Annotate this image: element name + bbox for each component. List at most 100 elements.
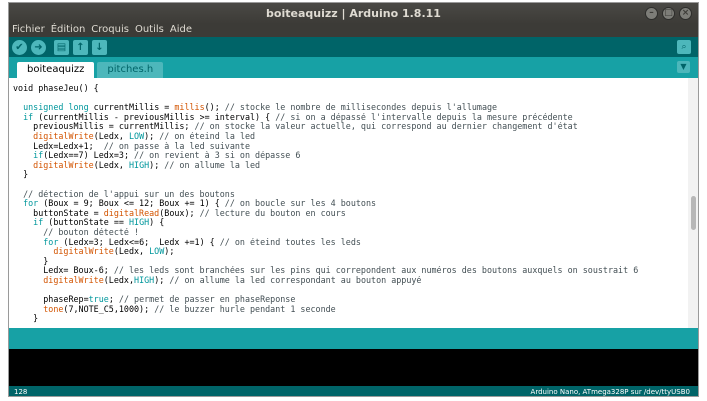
code-token: if (13, 112, 34, 122)
code-token: // on passe à la led suivante (103, 141, 250, 151)
code-line[interactable]: digitalWrite(Ledx, HIGH); // on allume l… (13, 161, 685, 171)
code-text[interactable]: void phaseJeu() { unsigned long currentM… (13, 84, 685, 324)
magnifier-icon[interactable]: ⌕ (677, 40, 691, 54)
code-token: ); (164, 247, 175, 257)
code-token: HIGH (128, 218, 150, 228)
code-line[interactable]: unsigned long currentMillis = millis(); … (13, 103, 685, 113)
code-line[interactable]: tone(7,NOTE_C5,1000); // le buzzer hurle… (13, 305, 685, 315)
code-token: digitalWrite (13, 275, 104, 285)
code-token: // les leds sont branchées sur les pins … (113, 266, 639, 276)
code-token: // stocke le nombre de millisecondes dep… (224, 103, 498, 113)
code-line[interactable]: for (Ledx=3; Ledx<=6; Ledx +=1) { // on … (13, 238, 685, 248)
new-file-icon[interactable]: ▤ (54, 39, 69, 55)
scrollbar-thumb[interactable] (691, 196, 696, 230)
menu-croquis[interactable]: Croquis (91, 24, 129, 37)
code-line[interactable]: digitalWrite(Ledx, LOW); // on éteind la… (13, 132, 685, 142)
code-token: for (13, 199, 39, 209)
code-token: if (13, 218, 44, 228)
code-token: ; (108, 295, 119, 305)
tab-boiteaquizz[interactable]: boiteaquizz (17, 62, 95, 78)
code-token: (Boux = 9; Boux <= 12; Boux += 1) { (38, 199, 225, 209)
code-token: currentMillis = (88, 103, 175, 113)
code-line[interactable]: phaseRep=true; // permet de passer en ph… (13, 295, 685, 305)
code-token: (buttonState == (43, 218, 129, 228)
code-token: (Ledx==7) Ledx=3; (43, 151, 135, 161)
code-token: // lecture du bouton en cours (199, 208, 346, 218)
close-icon[interactable]: × (679, 7, 692, 20)
menu-outils[interactable]: Outils (135, 24, 164, 37)
code-token: ); (154, 275, 170, 285)
maximize-icon[interactable]: □ (662, 7, 675, 20)
code-token: // le buzzer hurle pendant 1 seconde (154, 304, 336, 314)
menu-fichier[interactable]: Fichier (12, 24, 45, 37)
code-token: (Boux); (159, 208, 200, 218)
code-token: // si on a dépassé l'intervalle depuis l… (275, 112, 573, 122)
title-bar: boiteaquizz | Arduino 1.8.11 – □ × (9, 3, 698, 24)
line-number: 128 (14, 388, 28, 396)
code-token: Ledx=Ledx+1; (13, 141, 104, 151)
code-token: } (13, 314, 39, 324)
menu-edition[interactable]: Édition (51, 24, 86, 37)
console-output[interactable] (9, 349, 698, 386)
code-token: digitalWrite (13, 131, 94, 141)
minimize-icon[interactable]: – (645, 7, 658, 20)
code-line[interactable] (13, 180, 685, 190)
toolbar: ✔ ➜ ▤ ↑ ↓ ⌕ (9, 37, 698, 57)
check-icon[interactable]: ✔ (12, 39, 27, 55)
code-token: tone (13, 304, 64, 314)
code-line[interactable]: // détection de l'appui sur un des bouto… (13, 190, 685, 200)
tab-menu-chevron-down-icon[interactable]: ▼ (677, 61, 690, 73)
code-token: // on éteind toutes les leds (219, 237, 361, 247)
code-line[interactable] (13, 94, 685, 104)
tab-pitches-h[interactable]: pitches.h (97, 62, 164, 78)
code-token: buttonState = (13, 208, 104, 218)
code-token: } (13, 170, 29, 180)
code-line[interactable]: if (buttonState == HIGH) { (13, 218, 685, 228)
code-token: phaseRep= (13, 295, 89, 305)
arduino-ide-window: boiteaquizz | Arduino 1.8.11 – □ × Fichi… (8, 2, 699, 397)
code-token: // on boucle sur les 4 boutons (224, 199, 377, 209)
code-line[interactable]: digitalWrite(Ledx,HIGH); // on allume la… (13, 276, 685, 286)
code-line[interactable]: } (13, 170, 685, 180)
code-token: void phaseJeu() { (13, 84, 99, 93)
code-line[interactable]: } (13, 257, 685, 267)
menu-aide[interactable]: Aide (170, 24, 192, 37)
code-token: (Ledx=3; Ledx<=6; Ledx +=1) { (58, 237, 220, 247)
tab-bar: boiteaquizz pitches.h ▼ (9, 57, 698, 78)
code-line[interactable]: if(Ledx==7) Ledx=3; // on revient à 3 si… (13, 151, 685, 161)
code-line[interactable]: for (Boux = 9; Boux <= 12; Boux += 1) { … (13, 199, 685, 209)
code-token: // on stocke la valeur actuelle, qui cor… (194, 122, 578, 132)
code-token: HIGH (128, 160, 150, 170)
code-token: for (13, 237, 59, 247)
code-line[interactable]: } (13, 314, 685, 324)
code-line[interactable] (13, 285, 685, 295)
message-area (9, 328, 698, 349)
code-token: // permet de passer en phaseReponse (118, 295, 296, 305)
code-token: digitalWrite (13, 160, 94, 170)
board-info: Arduino Nano, ATmega328P sur /dev/ttyUSB… (530, 388, 690, 396)
code-token: ); (144, 131, 160, 141)
arrow-right-icon[interactable]: ➜ (31, 39, 46, 55)
code-line[interactable]: digitalWrite(Ledx, LOW); (13, 247, 685, 257)
code-token: ); (149, 160, 165, 170)
arrow-up-icon[interactable]: ↑ (73, 39, 88, 55)
code-token: (Ledx, (103, 275, 135, 285)
window-title: boiteaquizz | Arduino 1.8.11 (266, 7, 441, 20)
code-token: Ledx= Boux-6; (13, 266, 114, 276)
code-line[interactable]: Ledx= Boux-6; // les leds sont branchées… (13, 266, 685, 276)
code-token: // on revient à 3 si on dépasse 6 (134, 151, 301, 161)
menu-bar: Fichier Édition Croquis Outils Aide (9, 24, 698, 37)
code-token: // on éteind la led (159, 131, 256, 141)
code-line[interactable]: Ledx=Ledx+1; // on passe à la led suivan… (13, 142, 685, 152)
code-line[interactable]: previousMillis = currentMillis; // on st… (13, 122, 685, 132)
code-line[interactable]: // bouton détecté ! (13, 228, 685, 238)
code-token: (Ledx, (93, 131, 129, 141)
code-line[interactable]: buttonState = digitalRead(Boux); // lect… (13, 209, 685, 219)
code-editor[interactable]: void phaseJeu() { unsigned long currentM… (9, 78, 698, 328)
code-line[interactable]: if (currentMillis - previousMillis >= in… (13, 113, 685, 123)
vertical-scrollbar[interactable] (688, 78, 698, 328)
code-token: // bouton détecté ! (13, 227, 140, 237)
code-line[interactable]: void phaseJeu() { (13, 84, 685, 94)
arrow-down-icon[interactable]: ↓ (92, 39, 107, 55)
code-token: (Ledx, (113, 247, 150, 257)
